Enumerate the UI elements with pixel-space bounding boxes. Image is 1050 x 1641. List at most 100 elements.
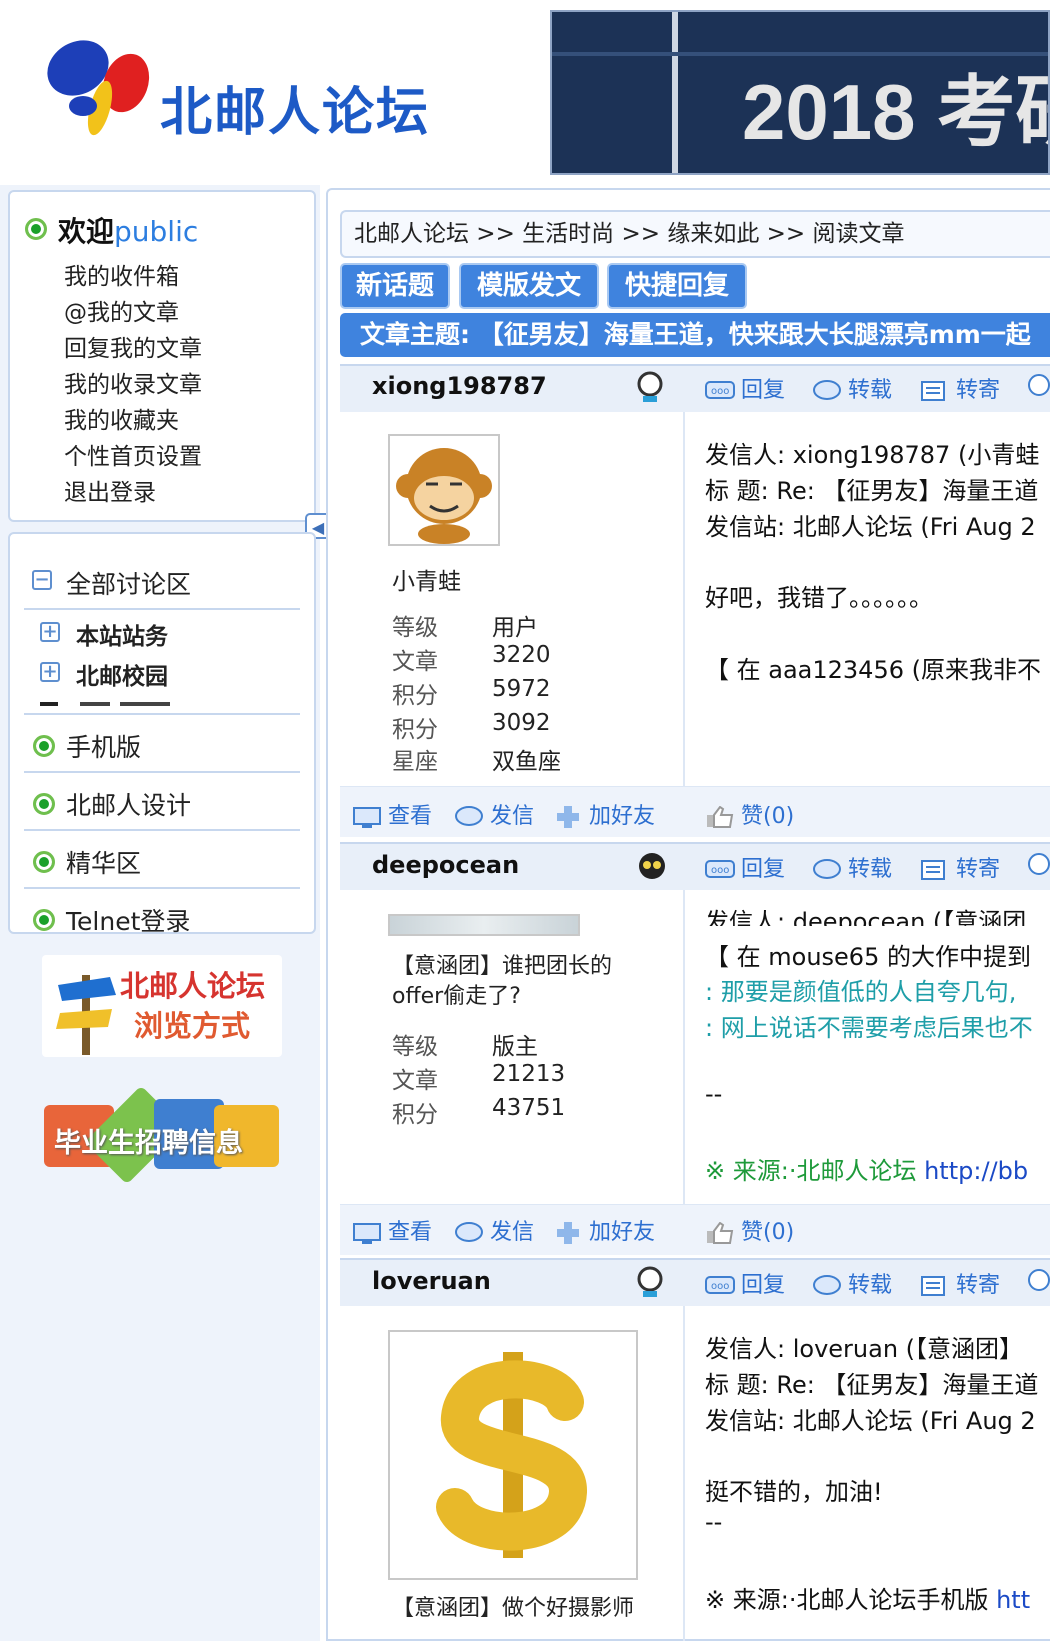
- nav-digest[interactable]: 精华区: [66, 844, 141, 880]
- menu-homepage-settings[interactable]: 个性首页设置: [64, 437, 202, 471]
- like-button[interactable]: 赞(0): [705, 1214, 794, 1246]
- repost-label: 转载: [848, 1273, 893, 1298]
- post-username[interactable]: deepocean: [372, 851, 519, 879]
- user-avatar[interactable]: [388, 1330, 638, 1580]
- telnet-icon: [33, 909, 55, 931]
- view-profile-button[interactable]: 查看: [352, 798, 432, 830]
- board-site-affairs[interactable]: 本站站务: [76, 617, 168, 651]
- add-friend-label: 加好友: [589, 1220, 656, 1245]
- menu-favorites[interactable]: 我的收藏夹: [64, 401, 179, 435]
- user-avatar[interactable]: [388, 914, 580, 936]
- post-body: 挺不错的，加油!: [705, 1478, 883, 1506]
- nav-mobile[interactable]: 手机版: [66, 728, 141, 764]
- signpost-icon: [56, 975, 116, 1055]
- like-count: 赞(0): [741, 804, 795, 829]
- quick-reply-button[interactable]: 快捷回复: [607, 263, 747, 309]
- post-line: 标 题: Re: 【征男友】海量王道: [705, 1371, 1039, 1399]
- stat-label: 积分: [392, 683, 438, 709]
- menu-replies[interactable]: 回复我的文章: [64, 329, 202, 363]
- post-username[interactable]: xiong198787: [372, 372, 547, 400]
- menu-collected[interactable]: 我的收录文章: [64, 365, 202, 399]
- post-quote-header: 【 在 mouse65 的大作中提到: [705, 943, 1031, 971]
- board-campus[interactable]: 北邮校园: [76, 657, 168, 691]
- forward-button[interactable]: 转寄: [920, 851, 1000, 883]
- header-banner[interactable]: 2018 考研: [550, 10, 1050, 175]
- post-source: ※ 来源:·北邮人论坛 http://bb: [705, 1151, 1028, 1186]
- nav-design[interactable]: 北邮人设计: [66, 786, 191, 822]
- expand-icon[interactable]: +: [40, 622, 60, 642]
- stat-label: 文章: [392, 649, 438, 675]
- add-friend-label: 加好友: [589, 804, 656, 829]
- browse-mode-ad[interactable]: 北邮人论坛 浏览方式: [42, 955, 282, 1057]
- forward-button[interactable]: 转寄: [920, 1267, 1000, 1299]
- reply-button[interactable]: ooo 回复: [705, 1267, 785, 1299]
- reply-button[interactable]: ooo 回复: [705, 851, 785, 883]
- stat-label: 文章: [392, 1068, 438, 1094]
- source-link[interactable]: htt: [996, 1586, 1030, 1614]
- like-button[interactable]: 赞(0): [705, 798, 794, 830]
- view-profile-button[interactable]: 查看: [352, 1214, 432, 1246]
- search-icon: [1028, 374, 1050, 396]
- svg-text:ooo: ooo: [711, 1281, 729, 1292]
- menu-logout[interactable]: 退出登录: [64, 473, 156, 507]
- post-line: 发信站: 北邮人论坛 (Fri Aug 2: [705, 513, 1036, 541]
- breadcrumb[interactable]: 北邮人论坛 >> 生活时尚 >> 缘来如此 >> 阅读文章: [340, 210, 1050, 258]
- add-friend-button[interactable]: 加好友: [553, 798, 655, 830]
- banner-stitch: [672, 12, 678, 173]
- forward-label: 转寄: [956, 857, 1001, 882]
- repost-button[interactable]: 转载: [812, 372, 892, 404]
- reply-button[interactable]: ooo 回复: [705, 372, 785, 404]
- column-divider: [683, 412, 685, 786]
- source-label: ※ 来源:·北邮人论坛手机版: [705, 1586, 989, 1614]
- nav-all-boards[interactable]: 全部讨论区: [66, 565, 191, 601]
- view-label: 查看: [388, 804, 433, 829]
- stat-label: 等级: [392, 615, 438, 641]
- send-mail-button[interactable]: 发信: [454, 1214, 534, 1246]
- divider: [24, 887, 300, 889]
- stat-value: 双鱼座: [492, 749, 561, 775]
- user-nickname: 【意涵团】谁把团长的offer偷走了?: [392, 954, 613, 1009]
- forward-button[interactable]: 转寄: [920, 372, 1000, 404]
- add-friend-button[interactable]: 加好友: [553, 1214, 655, 1246]
- post-footer: [340, 1204, 1050, 1255]
- recruitment-ad[interactable]: 毕业生招聘信息: [44, 1085, 279, 1185]
- menu-mentions[interactable]: @我的文章: [64, 293, 179, 327]
- monkey-avatar-icon: [396, 448, 492, 544]
- search-button[interactable]: [1025, 851, 1050, 883]
- forward-icon: [921, 1276, 945, 1296]
- nav-telnet[interactable]: Telnet登录: [66, 902, 190, 938]
- post-username[interactable]: loveruan: [372, 1267, 491, 1295]
- search-button[interactable]: [1025, 1267, 1050, 1299]
- welcome-username[interactable]: public: [114, 215, 198, 248]
- message-icon: [455, 806, 483, 826]
- search-button[interactable]: [1025, 372, 1050, 404]
- stat-value: 21213: [492, 1061, 566, 1087]
- search-icon: [1028, 853, 1050, 875]
- stat-value: 43751: [492, 1095, 566, 1121]
- template-post-button[interactable]: 模版发文: [459, 263, 599, 309]
- post-line: 发信人: xiong198787 (小青蛙: [705, 441, 1040, 469]
- user-avatar[interactable]: [388, 434, 500, 546]
- post-quote-line: : 那要是颜值低的人自夸几句,: [705, 978, 1017, 1006]
- welcome-title: 欢迎public: [58, 210, 198, 250]
- send-mail-button[interactable]: 发信: [454, 798, 534, 830]
- male-user-icon: [637, 1266, 663, 1297]
- post-body: 好吧，我错了。。。。。。: [705, 584, 933, 612]
- repost-button[interactable]: 转载: [812, 1267, 892, 1299]
- design-icon: [33, 793, 55, 815]
- expand-icon[interactable]: +: [40, 662, 60, 682]
- divider: [24, 829, 300, 831]
- stat-value: 版主: [492, 1034, 538, 1060]
- repost-icon: [813, 380, 841, 400]
- digest-icon: [33, 851, 55, 873]
- repost-button[interactable]: 转载: [812, 851, 892, 883]
- logo-title: 北邮人论坛: [160, 83, 431, 143]
- menu-inbox[interactable]: 我的收件箱: [64, 257, 179, 291]
- user-nickname: 小青蛙: [392, 569, 461, 595]
- stat-value: 用户: [492, 615, 538, 641]
- collapse-icon[interactable]: −: [32, 570, 52, 590]
- new-topic-button[interactable]: 新话题: [340, 263, 450, 309]
- reply-icon: ooo: [705, 1276, 735, 1294]
- stat-label: 星座: [392, 749, 438, 775]
- source-link[interactable]: http://bb: [924, 1157, 1028, 1185]
